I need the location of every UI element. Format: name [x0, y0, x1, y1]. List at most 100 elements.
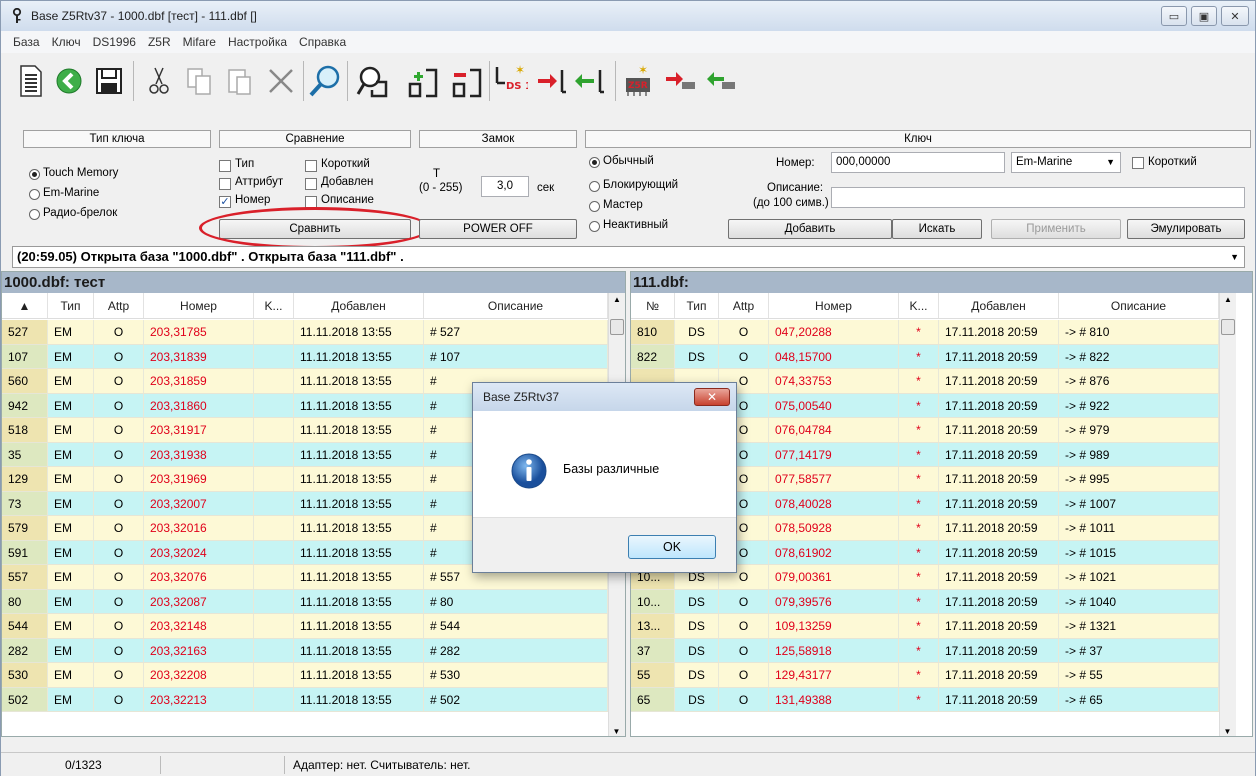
maximize-button[interactable]: ▣ — [1191, 6, 1217, 26]
check-short[interactable] — [305, 160, 317, 172]
radio-radio-fob[interactable] — [29, 209, 40, 220]
find-icon[interactable] — [307, 63, 343, 99]
power-off-button[interactable]: POWER OFF — [419, 219, 577, 239]
lock-time-input[interactable]: 3,0 — [481, 176, 529, 197]
table-row[interactable]: 530 EM O 203,32208 11.11.2018 13:55 # 530 — [2, 663, 608, 688]
new-icon[interactable] — [13, 63, 49, 99]
save-icon[interactable] — [91, 63, 127, 99]
column-header-short[interactable]: K... — [254, 293, 294, 318]
table-row[interactable]: 65 DS O 131,49388 * 17.11.2018 20:59 -> # 65 — [631, 687, 1219, 712]
check-added[interactable] — [305, 178, 317, 190]
column-header-number[interactable]: Номер — [769, 293, 899, 318]
delete-icon[interactable] — [263, 63, 299, 99]
cell-added: 17.11.2018 20:59 — [939, 540, 1059, 564]
radio-touch-memory[interactable] — [29, 169, 40, 180]
cell-description: -> # 55 — [1059, 663, 1219, 687]
right-scrollbar[interactable]: ▲ ▼ — [1219, 293, 1236, 736]
column-header-attr[interactable]: Attp — [94, 293, 144, 318]
column-header-added[interactable]: Добавлен — [294, 293, 424, 318]
scroll-thumb[interactable] — [1221, 319, 1235, 335]
menu-baza[interactable]: База — [7, 35, 46, 49]
key-to-right-icon[interactable] — [573, 63, 609, 99]
radio-inactive[interactable] — [589, 221, 600, 232]
check-type[interactable] — [219, 160, 231, 172]
cell-type: DS — [675, 589, 719, 613]
minimize-button[interactable]: ▭ — [1161, 6, 1187, 26]
table-row[interactable]: 527 EM O 203,31785 11.11.2018 13:55 # 527 — [2, 320, 608, 345]
chip-right-icon[interactable] — [663, 63, 699, 99]
scroll-down-icon[interactable]: ▼ — [1220, 727, 1235, 736]
table-row[interactable]: 822 DS O 048,15700 * 17.11.2018 20:59 -> # 822 — [631, 344, 1219, 369]
menu-ds1996[interactable]: DS1996 — [87, 35, 142, 49]
radio-normal[interactable] — [589, 157, 600, 168]
add-button[interactable]: Добавить — [728, 219, 892, 239]
table-row[interactable]: 810 DS O 047,20288 * 17.11.2018 20:59 -> # 810 — [631, 320, 1219, 345]
key-type-select[interactable]: Em-Marine ▼ — [1011, 152, 1121, 173]
cell-attr: O — [94, 393, 144, 417]
column-header-number[interactable]: Номер — [144, 293, 254, 318]
column-header-description[interactable]: Описание — [1059, 293, 1219, 318]
ok-button[interactable]: OK — [628, 535, 716, 559]
cell-number: 203,32007 — [144, 491, 254, 515]
search-button[interactable]: Искать — [892, 219, 982, 239]
column-header-added[interactable]: Добавлен — [939, 293, 1059, 318]
cell-number: 129,43177 — [769, 663, 899, 687]
cut-icon[interactable] — [141, 63, 177, 99]
cell-description: -> # 922 — [1059, 393, 1219, 417]
table-row[interactable]: 282 EM O 203,32163 11.11.2018 13:55 # 282 — [2, 638, 608, 663]
description-input[interactable] — [831, 187, 1245, 208]
cell-id: 282 — [2, 638, 48, 662]
radio-em-marine[interactable] — [29, 189, 40, 200]
table-row[interactable]: 107 EM O 203,31839 11.11.2018 13:55 # 107 — [2, 344, 608, 369]
cell-id: 810 — [631, 320, 675, 344]
description-hint: (до 100 симв.) — [753, 197, 829, 209]
normal-label: Обычный — [603, 155, 654, 167]
table-row[interactable]: 37 DS O 125,58918 * 17.11.2018 20:59 -> # 37 — [631, 638, 1219, 663]
table-row[interactable]: 13... DS O 109,13259 * 17.11.2018 20:59 -> # 1… — [631, 614, 1219, 639]
apply-button[interactable]: Применить — [991, 219, 1121, 239]
column-header-attr[interactable]: Attp — [719, 293, 769, 318]
table-row[interactable]: 502 EM O 203,32213 11.11.2018 13:55 # 502 — [2, 687, 608, 712]
log-bar[interactable]: (20:59.05) Открыта база "1000.dbf" . Отк… — [12, 246, 1245, 268]
add-key-icon[interactable] — [405, 63, 441, 99]
copy-icon[interactable] — [181, 63, 217, 99]
chip-left-icon[interactable] — [703, 63, 739, 99]
check-key-short[interactable] — [1132, 157, 1144, 169]
number-input[interactable]: 000,00000 — [831, 152, 1005, 173]
find-key-icon[interactable] — [355, 63, 391, 99]
radio-master[interactable] — [589, 201, 600, 212]
table-row[interactable]: 55 DS O 129,43177 * 17.11.2018 20:59 -> # 55 — [631, 663, 1219, 688]
column-header-type[interactable]: Тип — [675, 293, 719, 318]
close-button[interactable]: ✕ — [1221, 6, 1249, 26]
check-number[interactable]: ✓ — [219, 196, 231, 208]
menu-key[interactable]: Ключ — [46, 35, 87, 49]
table-row[interactable]: 80 EM O 203,32087 11.11.2018 13:55 # 80 — [2, 589, 608, 614]
scroll-up-icon[interactable]: ▲ — [1220, 293, 1236, 307]
z5r-icon[interactable]: Z5R ✶ — [619, 63, 661, 99]
column-header-id[interactable]: ▲ — [2, 293, 48, 318]
scroll-down-icon[interactable]: ▼ — [609, 727, 624, 736]
remove-key-icon[interactable] — [449, 63, 485, 99]
cell-description: # 282 — [424, 638, 608, 662]
menu-z5r[interactable]: Z5R — [142, 35, 177, 49]
check-attribute[interactable] — [219, 178, 231, 190]
paste-icon[interactable] — [221, 63, 257, 99]
menu-help[interactable]: Справка — [293, 35, 352, 49]
column-header-type[interactable]: Тип — [48, 293, 94, 318]
emulate-button[interactable]: Эмулировать — [1127, 219, 1245, 239]
menu-mifare[interactable]: Mifare — [177, 35, 222, 49]
column-header-description[interactable]: Описание — [424, 293, 608, 318]
table-row[interactable]: 544 EM O 203,32148 11.11.2018 13:55 # 544 — [2, 614, 608, 639]
radio-blocking[interactable] — [589, 181, 600, 192]
menu-settings[interactable]: Настройка — [222, 35, 293, 49]
table-row[interactable]: 10... DS O 079,39576 * 17.11.2018 20:59 -> # 1… — [631, 589, 1219, 614]
back-icon[interactable] — [51, 63, 87, 99]
ds1996l-icon[interactable]: ✶ DS 1996L — [493, 63, 529, 99]
scroll-up-icon[interactable]: ▲ — [609, 293, 625, 307]
column-header-short[interactable]: K... — [899, 293, 939, 318]
cell-added: 17.11.2018 20:59 — [939, 614, 1059, 638]
column-header-id[interactable]: № — [631, 293, 675, 318]
key-to-left-icon[interactable] — [535, 63, 571, 99]
scroll-thumb[interactable] — [610, 319, 624, 335]
dialog-close-button[interactable]: ✕ — [694, 388, 730, 406]
